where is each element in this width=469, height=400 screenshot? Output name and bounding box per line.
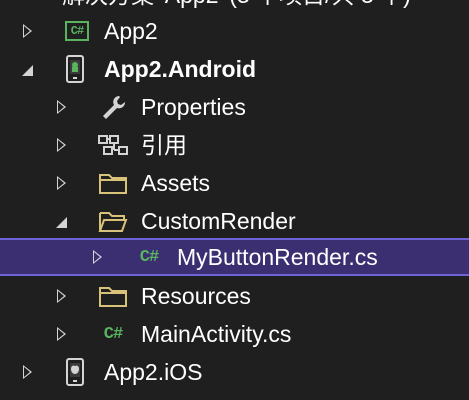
csharp-file-icon: C# [139, 247, 159, 267]
tree-item-references[interactable]: 引用 [0, 126, 469, 164]
expand-chevron-icon[interactable] [14, 12, 40, 50]
expand-chevron-icon[interactable] [48, 126, 74, 164]
tree-item-label: MyButtonRender.cs [177, 244, 378, 270]
expand-chevron-icon[interactable] [48, 277, 74, 315]
tree-item-properties[interactable]: Properties [0, 88, 469, 126]
references-icon [96, 126, 130, 164]
folder-icon [96, 164, 130, 202]
visual-studio-icon [2, 0, 30, 12]
tree-item-label: Properties [141, 94, 246, 120]
tree-item-app2-android[interactable]: App2.Android [0, 50, 469, 88]
expand-chevron-icon[interactable] [48, 88, 74, 126]
collapse-chevron-icon[interactable] [14, 50, 40, 88]
tree-item-main-activity[interactable]: C# MainActivity.cs [0, 315, 469, 353]
expand-chevron-icon[interactable] [48, 164, 74, 202]
tree-item-app2-ios[interactable]: App2.iOS [0, 353, 469, 391]
tree-item-label: Resources [141, 283, 251, 309]
tree-item-label: App2 [104, 18, 158, 44]
csharp-file-icon: C# [103, 324, 123, 344]
tree-item-label: 引用 [141, 132, 187, 158]
tree-item-resources[interactable]: Resources [0, 277, 469, 315]
csharp-project-icon: C# [60, 12, 94, 50]
folder-open-icon [96, 202, 130, 240]
tree-item-label: Assets [141, 170, 211, 196]
wrench-icon [96, 88, 130, 126]
tree-item-label: CustomRender [141, 208, 296, 234]
tree-item-label: App2.iOS [104, 359, 203, 385]
expand-chevron-icon[interactable] [84, 238, 110, 276]
solution-root-label: 解决方案 'App2' (3 个项目/共 3 个) [62, 0, 411, 12]
solution-explorer-tree: 解决方案 'App2' (3 个项目/共 3 个) C# App2 App2.A… [0, 0, 469, 400]
tree-item-label: App2.Android [104, 56, 257, 82]
solution-root-row[interactable]: 解决方案 'App2' (3 个项目/共 3 个) [0, 0, 469, 12]
tree-item-my-button-render[interactable]: C# MyButtonRender.cs [0, 238, 469, 276]
collapse-chevron-icon[interactable] [48, 202, 74, 240]
tree-item-app2[interactable]: C# App2 [0, 12, 469, 50]
folder-icon [96, 277, 130, 315]
expand-chevron-icon[interactable] [48, 315, 74, 353]
tree-item-custom-render[interactable]: CustomRender [0, 202, 469, 240]
android-phone-icon [58, 50, 92, 88]
expand-chevron-icon[interactable] [14, 353, 40, 391]
ios-phone-icon [58, 353, 92, 391]
tree-item-label: MainActivity.cs [141, 321, 292, 347]
tree-item-assets[interactable]: Assets [0, 164, 469, 202]
